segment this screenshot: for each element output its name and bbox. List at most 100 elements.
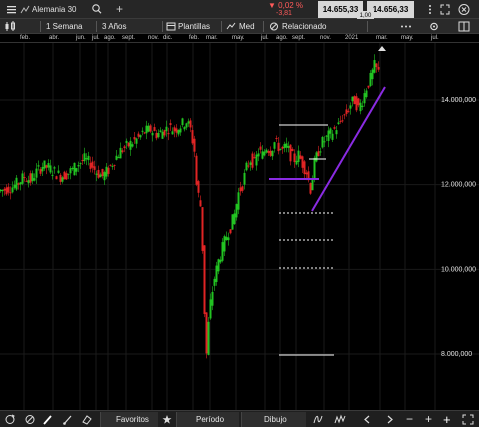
candle-body (77, 165, 80, 167)
indicator-button[interactable]: Med (239, 19, 255, 34)
x-axis: feb. abr. jun. jul. ago. sept. nov. dic. feb. mar… (0, 34, 479, 43)
drawing-button[interactable]: Dibujo (264, 411, 287, 427)
separator (40, 21, 41, 32)
separator (96, 21, 97, 32)
x-axis-month: ago. (104, 35, 116, 41)
x-axis-month: sept. (122, 35, 136, 41)
candle-body (225, 236, 228, 241)
candle-body (269, 150, 272, 156)
candle-body (209, 299, 212, 319)
buy-price-button[interactable]: 14.656,33 (367, 1, 414, 18)
candle-body (265, 149, 268, 153)
candle-body (297, 150, 300, 162)
candle-body (339, 120, 342, 122)
prev-icon[interactable] (362, 411, 372, 427)
candle-body (243, 172, 246, 185)
zoom-out-icon[interactable]: − (406, 411, 413, 427)
next-icon[interactable] (385, 411, 395, 427)
expand-icon[interactable] (440, 0, 450, 19)
candle-icon[interactable] (4, 19, 18, 34)
period-button[interactable]: Período (196, 411, 224, 427)
close-icon[interactable] (458, 0, 470, 19)
chart-type-icon[interactable] (20, 0, 30, 19)
crosshair-icon[interactable]: + (443, 411, 451, 427)
candle-body (101, 168, 104, 177)
candle-body (111, 165, 114, 167)
fx-icon[interactable] (312, 411, 324, 427)
price-change: ▼ 0,02 % -3,81 (265, 0, 315, 19)
x-axis-month: sept. (292, 35, 306, 41)
change-absolute: -3,81 (276, 10, 292, 17)
refresh-icon[interactable] (4, 411, 16, 427)
x-axis-month: 2021 (345, 35, 359, 41)
candle-body (15, 177, 18, 190)
candle-body (219, 259, 222, 263)
candle-body (251, 153, 254, 168)
candle-body (133, 136, 136, 140)
settings-icon[interactable] (428, 19, 440, 34)
menu-icon[interactable] (6, 0, 18, 19)
templates-button[interactable]: Plantillas (178, 19, 210, 34)
candle-body (151, 132, 154, 136)
candle-body (89, 162, 92, 169)
brush-icon[interactable] (62, 411, 74, 427)
favorites-button[interactable]: Favoritos (116, 411, 149, 427)
candle-body (87, 155, 90, 161)
price-chart[interactable]: 14.000,000 12.000,000 10.000,000 8.000,000 (0, 43, 479, 410)
candle-body (371, 69, 374, 80)
candle-body (167, 133, 170, 135)
candle-body (137, 133, 140, 137)
search-icon[interactable] (91, 0, 103, 19)
candle-body (163, 130, 166, 136)
candle-body (179, 128, 182, 133)
candle-body (321, 136, 324, 148)
candle-body (365, 90, 368, 98)
layout-icon[interactable] (458, 19, 470, 34)
candle-body (215, 265, 218, 282)
dots-icon[interactable] (400, 19, 412, 34)
candle-body (197, 181, 200, 193)
candle-body (207, 321, 210, 355)
fullscreen-icon[interactable] (462, 411, 474, 427)
indicator-wave-icon[interactable] (334, 411, 346, 427)
more-icon[interactable] (428, 0, 432, 19)
candle-body (303, 161, 306, 175)
candle-body (373, 60, 376, 73)
candle-body (173, 127, 176, 132)
candle-body (25, 180, 28, 182)
related-icon (269, 19, 279, 34)
range-selector[interactable]: 3 Años (102, 19, 126, 34)
candle-body (235, 204, 238, 218)
hide-icon[interactable] (24, 411, 36, 427)
candle-body (159, 130, 162, 133)
candle-body (129, 140, 132, 150)
add-tab-icon[interactable]: + (116, 0, 123, 19)
candle-body (97, 169, 100, 178)
candle-body (199, 200, 202, 207)
candle-body (193, 138, 196, 152)
candle-body (7, 186, 10, 193)
candle-body (223, 236, 226, 252)
eraser-icon[interactable] (81, 411, 93, 427)
candle-body (131, 144, 134, 147)
related-button[interactable]: Relacionado (282, 19, 326, 34)
candle-body (195, 155, 198, 185)
candle-body (75, 168, 78, 172)
candle-body (347, 111, 350, 113)
y-axis-label: 10.000,000 (441, 266, 476, 273)
instrument-name[interactable]: Alemania 30 (32, 0, 76, 19)
candle-body (227, 237, 230, 241)
separator (221, 21, 222, 32)
candle-body (123, 146, 126, 149)
candle-body (119, 147, 122, 159)
star-icon[interactable] (162, 411, 172, 427)
zoom-in-icon[interactable]: + (425, 411, 432, 427)
drawings (269, 86, 386, 356)
candle-body (63, 171, 66, 180)
candle-body (289, 144, 292, 162)
candle-body (217, 259, 220, 272)
pencil-icon[interactable] (42, 411, 54, 427)
candle-body (125, 140, 128, 144)
candle-body (201, 207, 204, 251)
period-selector[interactable]: 1 Semana (46, 19, 82, 34)
